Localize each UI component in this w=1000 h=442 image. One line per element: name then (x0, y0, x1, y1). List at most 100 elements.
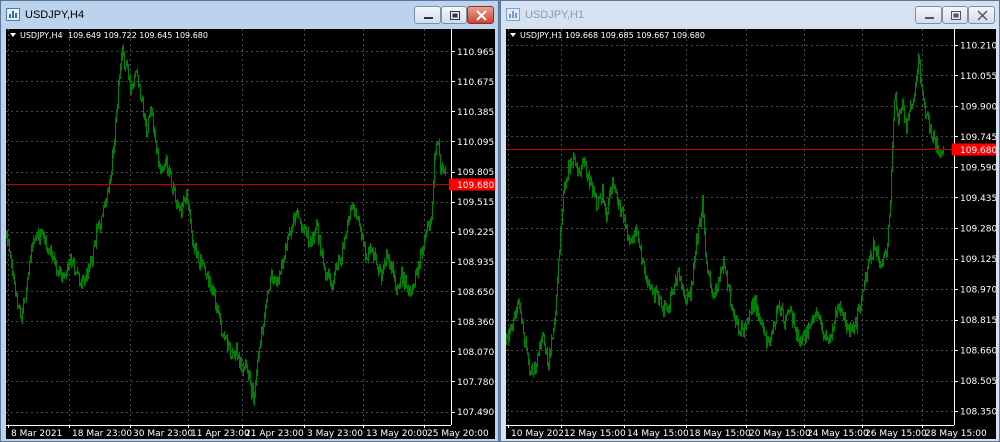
candle (48, 247, 49, 255)
candle (576, 162, 577, 169)
maximize-button[interactable] (942, 6, 968, 24)
chart-area-h1[interactable]: 110.210 110.055 109.900 109.745 109.590 109.4… (506, 29, 996, 439)
candle (506, 333, 507, 345)
candle (790, 306, 791, 313)
price-tick-label: 108.660 (960, 347, 996, 357)
window-h4[interactable]: USDJPY,H4 110.965 110.675 110.385 110.095 10… (0, 0, 499, 442)
candle (795, 326, 796, 332)
candle (861, 295, 862, 312)
window-h1[interactable]: USDJPY,H1 110.210 110.055 109.900 109.745 10… (500, 0, 1000, 442)
candle (121, 52, 122, 71)
candle (246, 359, 247, 369)
maximize-button[interactable] (441, 6, 467, 24)
close-button[interactable] (968, 6, 995, 24)
candle (610, 186, 611, 198)
candle (921, 77, 922, 88)
candle (582, 158, 583, 170)
price-tick-label: 110.095 (457, 138, 494, 148)
candle (443, 164, 444, 175)
candle (97, 224, 98, 232)
candle (78, 271, 79, 275)
candle (190, 208, 191, 224)
candle (614, 184, 615, 190)
candle (517, 300, 518, 315)
candle (382, 269, 383, 282)
candle (672, 288, 673, 296)
candle (355, 208, 356, 217)
candle (659, 295, 660, 307)
candle (264, 312, 265, 328)
candle (636, 224, 637, 237)
candle (561, 222, 562, 233)
price-tick-label: 109.125 (960, 255, 996, 265)
candle (299, 216, 300, 219)
price-tick-label: 110.965 (457, 48, 494, 58)
candle (158, 148, 159, 168)
candle (633, 234, 634, 243)
dropdown-triangle-icon[interactable] (510, 33, 516, 37)
candle (632, 235, 633, 244)
candle (307, 230, 308, 239)
candle (803, 330, 804, 340)
titlebar[interactable]: USDJPY,H4 (1, 1, 498, 29)
candle (528, 352, 529, 366)
dropdown-triangle-icon[interactable] (10, 33, 16, 37)
candle (920, 59, 921, 84)
candle (731, 304, 732, 310)
candle (64, 272, 65, 280)
candle (322, 247, 323, 258)
candle (426, 228, 427, 238)
candle (69, 262, 70, 271)
candle (29, 260, 30, 275)
candle (302, 224, 303, 232)
candle (425, 231, 426, 242)
candle (171, 170, 172, 189)
candle (335, 263, 336, 276)
candle (934, 129, 935, 141)
minimize-button[interactable] (915, 6, 942, 24)
candle (383, 263, 384, 275)
candle (67, 263, 68, 277)
candle (101, 215, 102, 231)
candle (289, 227, 290, 237)
close-button[interactable] (467, 6, 494, 24)
candle (722, 265, 723, 271)
candle (631, 238, 632, 243)
candle (11, 254, 12, 268)
candle (930, 124, 931, 134)
candle (892, 141, 893, 173)
candle (622, 206, 623, 212)
candle (543, 332, 544, 337)
minimize-button[interactable] (414, 6, 441, 24)
candle (613, 177, 614, 189)
candle (571, 157, 572, 168)
price-tick-label: 108.505 (960, 377, 996, 387)
candle (59, 265, 60, 277)
candle (642, 258, 643, 265)
candle (522, 318, 523, 325)
candle (12, 259, 13, 277)
candle (711, 283, 712, 294)
candle (755, 294, 756, 311)
candle (367, 257, 368, 261)
candle (123, 43, 124, 57)
candle (205, 266, 206, 276)
candle (690, 286, 691, 301)
candle (277, 276, 278, 288)
candle (44, 231, 45, 244)
candle (326, 272, 327, 282)
candle (440, 153, 441, 175)
candle (174, 184, 175, 191)
chart-area-h4[interactable]: 110.965 110.675 110.385 110.095 109.805 109.5… (6, 29, 495, 439)
candle (82, 274, 83, 290)
candle (420, 248, 421, 269)
candle (267, 289, 268, 303)
candle (699, 216, 700, 227)
candle (822, 322, 823, 335)
candle (616, 188, 617, 195)
titlebar[interactable]: USDJPY,H1 (501, 1, 999, 29)
candle (898, 112, 899, 126)
candle (734, 308, 735, 321)
candle (300, 218, 301, 225)
candle (388, 254, 389, 262)
